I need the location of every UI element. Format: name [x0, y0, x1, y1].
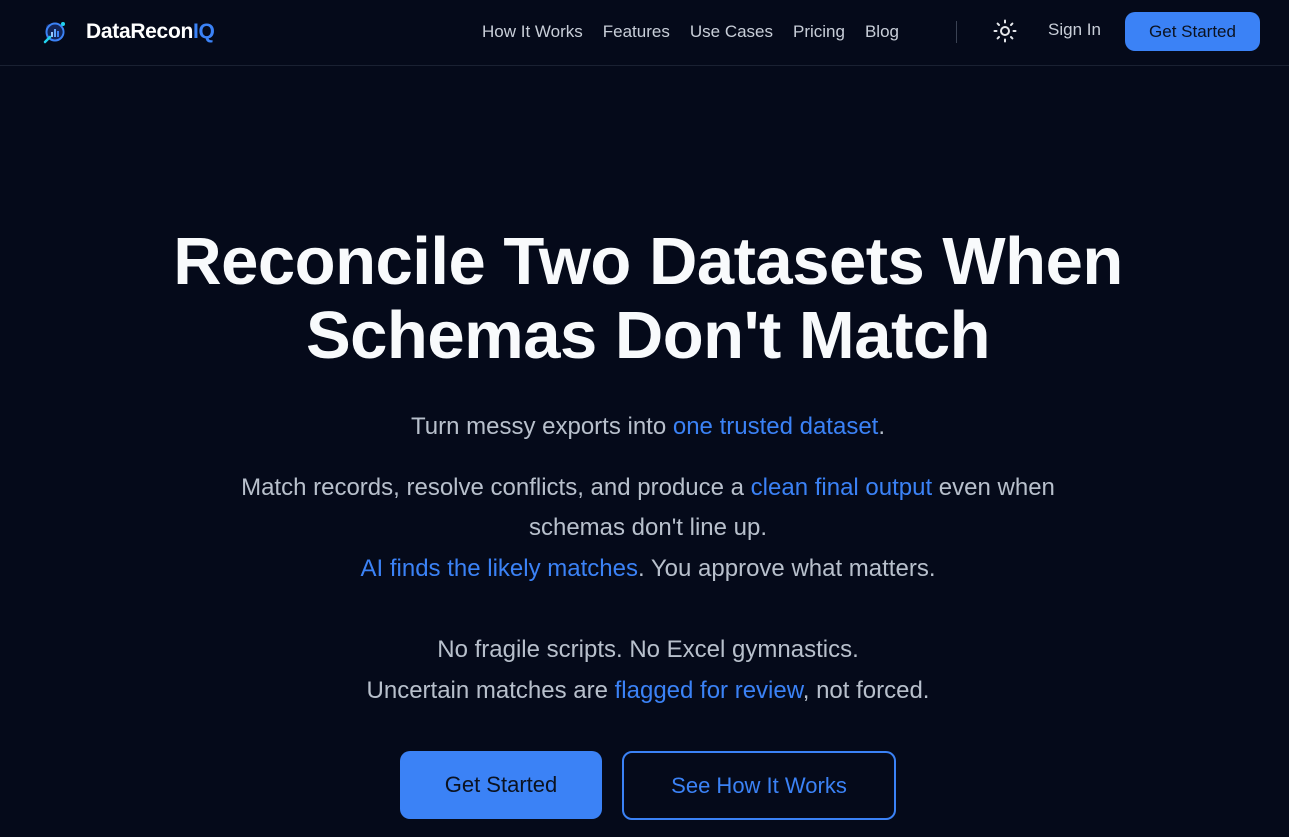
desc-1-end: even when [932, 474, 1055, 501]
nav-link-use-cases[interactable]: Use Cases [690, 22, 773, 42]
primary-nav: How It Works Features Use Cases Pricing … [482, 0, 919, 64]
nav-divider [956, 21, 957, 43]
see-how-it-works-button[interactable]: See How It Works [622, 751, 896, 820]
tagline-text: Turn messy exports into [410, 413, 673, 440]
nav-get-started-button[interactable]: Get Started [1125, 12, 1260, 51]
brand-logo-link[interactable]: DataReconIQ [42, 17, 215, 47]
hero-get-started-button[interactable]: Get Started [400, 751, 602, 819]
desc-5-text: Uncertain matches are [366, 677, 615, 704]
desc-3-highlight: AI finds the likely matches [360, 555, 638, 582]
desc-3-end: . You approve what matters. [637, 555, 936, 582]
hero-title-line-1: Reconcile Two Datasets When [173, 224, 1123, 299]
nav-link-pricing[interactable]: Pricing [793, 22, 845, 42]
desc-5-highlight: flagged for review [614, 677, 803, 704]
hero-description-line-1: Match records, resolve conflicts, and pr… [0, 468, 1289, 508]
brand-name-main: DataRecon [86, 20, 193, 43]
brand-name: DataReconIQ [86, 20, 215, 44]
hero-description-line-5: Uncertain matches are flagged for review… [0, 671, 1289, 711]
hero-tagline: Turn messy exports into one trusted data… [0, 412, 1289, 442]
sun-icon [993, 19, 1017, 46]
hero-section: Reconcile Two Datasets When Schemas Don'… [0, 66, 1289, 837]
hero-title: Reconcile Two Datasets When Schemas Don'… [0, 225, 1289, 373]
nav-link-how-it-works[interactable]: How It Works [482, 22, 583, 42]
brand-name-accent: IQ [193, 20, 215, 43]
hero-description-line-2: schemas don't line up. [528, 514, 768, 541]
nav-link-features[interactable]: Features [603, 22, 670, 42]
hero-title-line-2: Schemas Don't Match [305, 298, 991, 373]
dataset-reconcile-icon [42, 19, 68, 45]
sign-in-link[interactable]: Sign In [1048, 20, 1101, 40]
hero-description-line-3: AI finds the likely matches. You approve… [0, 549, 1289, 589]
tagline-end: . [878, 413, 886, 440]
nav-link-blog[interactable]: Blog [865, 22, 899, 42]
desc-1-text: Match records, resolve conflicts, and pr… [241, 474, 751, 501]
desc-5-end: , not forced. [802, 677, 930, 704]
tagline-highlight: one trusted dataset [672, 413, 879, 440]
theme-toggle-button[interactable] [990, 18, 1020, 46]
desc-1-highlight: clean final output [750, 474, 933, 501]
hero-description-line-4: No fragile scripts. No Excel gymnastics. [437, 636, 859, 663]
top-navbar: DataReconIQ How It Works Features Use Ca… [0, 0, 1289, 66]
